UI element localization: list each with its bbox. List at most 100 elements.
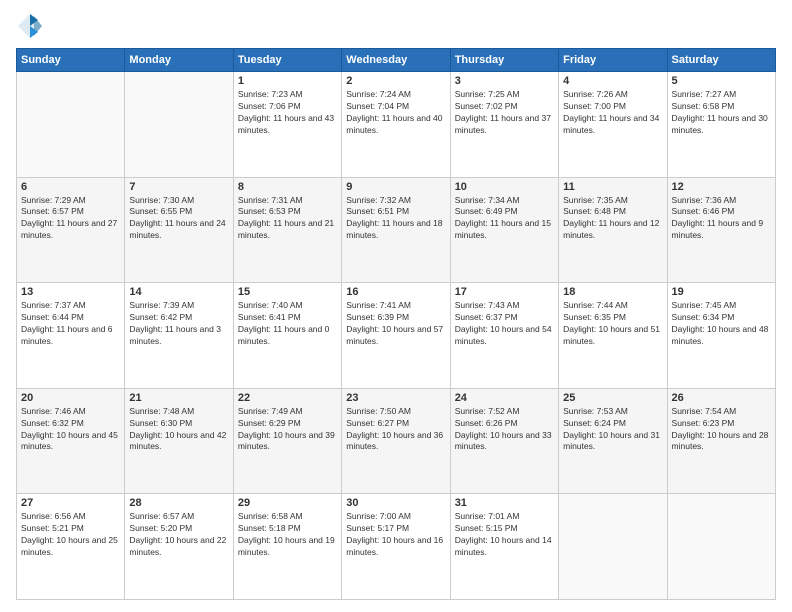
calendar-cell: 22 Sunrise: 7:49 AM Sunset: 6:29 PM Dayl… [233, 388, 341, 494]
calendar-cell: 5 Sunrise: 7:27 AM Sunset: 6:58 PM Dayli… [667, 72, 775, 178]
sunset-text: Sunset: 6:58 PM [672, 101, 735, 111]
daylight-text: Daylight: 11 hours and 3 minutes. [129, 324, 221, 346]
sunset-text: Sunset: 6:51 PM [346, 206, 409, 216]
day-info: Sunrise: 6:58 AM Sunset: 5:18 PM Dayligh… [238, 511, 337, 559]
day-info: Sunrise: 7:31 AM Sunset: 6:53 PM Dayligh… [238, 195, 337, 243]
calendar-cell: 28 Sunrise: 6:57 AM Sunset: 5:20 PM Dayl… [125, 494, 233, 600]
day-number: 20 [21, 392, 120, 404]
day-info: Sunrise: 7:50 AM Sunset: 6:27 PM Dayligh… [346, 406, 445, 454]
daylight-text: Daylight: 11 hours and 15 minutes. [455, 218, 551, 240]
daylight-text: Daylight: 11 hours and 6 minutes. [21, 324, 113, 346]
calendar-cell: 23 Sunrise: 7:50 AM Sunset: 6:27 PM Dayl… [342, 388, 450, 494]
daylight-text: Daylight: 10 hours and 25 minutes. [21, 535, 118, 557]
day-header-friday: Friday [559, 49, 667, 72]
sunset-text: Sunset: 6:23 PM [672, 418, 735, 428]
calendar-cell: 26 Sunrise: 7:54 AM Sunset: 6:23 PM Dayl… [667, 388, 775, 494]
daylight-text: Daylight: 10 hours and 22 minutes. [129, 535, 226, 557]
day-number: 26 [672, 392, 771, 404]
sunset-text: Sunset: 6:34 PM [672, 312, 735, 322]
daylight-text: Daylight: 10 hours and 28 minutes. [672, 430, 769, 452]
sunset-text: Sunset: 6:48 PM [563, 206, 626, 216]
calendar-cell: 12 Sunrise: 7:36 AM Sunset: 6:46 PM Dayl… [667, 177, 775, 283]
sunset-text: Sunset: 5:18 PM [238, 523, 301, 533]
sunrise-text: Sunrise: 7:52 AM [455, 406, 520, 416]
day-number: 16 [346, 286, 445, 298]
logo [16, 12, 48, 40]
day-info: Sunrise: 6:57 AM Sunset: 5:20 PM Dayligh… [129, 511, 228, 559]
sunset-text: Sunset: 6:46 PM [672, 206, 735, 216]
calendar-cell: 11 Sunrise: 7:35 AM Sunset: 6:48 PM Dayl… [559, 177, 667, 283]
sunrise-text: Sunrise: 7:24 AM [346, 89, 411, 99]
sunrise-text: Sunrise: 7:30 AM [129, 195, 194, 205]
sunset-text: Sunset: 5:21 PM [21, 523, 84, 533]
day-info: Sunrise: 7:40 AM Sunset: 6:41 PM Dayligh… [238, 300, 337, 348]
calendar-cell: 13 Sunrise: 7:37 AM Sunset: 6:44 PM Dayl… [17, 283, 125, 389]
sunset-text: Sunset: 6:42 PM [129, 312, 192, 322]
daylight-text: Daylight: 11 hours and 43 minutes. [238, 113, 334, 135]
calendar-cell [17, 72, 125, 178]
sunrise-text: Sunrise: 6:57 AM [129, 511, 194, 521]
calendar-week-2: 13 Sunrise: 7:37 AM Sunset: 6:44 PM Dayl… [17, 283, 776, 389]
daylight-text: Daylight: 10 hours and 39 minutes. [238, 430, 335, 452]
sunrise-text: Sunrise: 7:29 AM [21, 195, 86, 205]
daylight-text: Daylight: 10 hours and 16 minutes. [346, 535, 443, 557]
sunrise-text: Sunrise: 7:43 AM [455, 300, 520, 310]
sunrise-text: Sunrise: 7:45 AM [672, 300, 737, 310]
day-number: 18 [563, 286, 662, 298]
calendar-cell: 20 Sunrise: 7:46 AM Sunset: 6:32 PM Dayl… [17, 388, 125, 494]
day-info: Sunrise: 7:49 AM Sunset: 6:29 PM Dayligh… [238, 406, 337, 454]
day-info: Sunrise: 7:39 AM Sunset: 6:42 PM Dayligh… [129, 300, 228, 348]
daylight-text: Daylight: 11 hours and 0 minutes. [238, 324, 330, 346]
day-info: Sunrise: 7:26 AM Sunset: 7:00 PM Dayligh… [563, 89, 662, 137]
day-info: Sunrise: 7:32 AM Sunset: 6:51 PM Dayligh… [346, 195, 445, 243]
daylight-text: Daylight: 11 hours and 12 minutes. [563, 218, 659, 240]
sunrise-text: Sunrise: 7:40 AM [238, 300, 303, 310]
sunrise-text: Sunrise: 7:53 AM [563, 406, 628, 416]
calendar-cell: 30 Sunrise: 7:00 AM Sunset: 5:17 PM Dayl… [342, 494, 450, 600]
daylight-text: Daylight: 11 hours and 18 minutes. [346, 218, 442, 240]
sunset-text: Sunset: 6:53 PM [238, 206, 301, 216]
day-header-sunday: Sunday [17, 49, 125, 72]
day-number: 4 [563, 75, 662, 87]
day-header-tuesday: Tuesday [233, 49, 341, 72]
daylight-text: Daylight: 10 hours and 31 minutes. [563, 430, 660, 452]
daylight-text: Daylight: 11 hours and 30 minutes. [672, 113, 768, 135]
day-info: Sunrise: 7:34 AM Sunset: 6:49 PM Dayligh… [455, 195, 554, 243]
sunset-text: Sunset: 5:15 PM [455, 523, 518, 533]
daylight-text: Daylight: 10 hours and 57 minutes. [346, 324, 443, 346]
daylight-text: Daylight: 10 hours and 51 minutes. [563, 324, 660, 346]
sunrise-text: Sunrise: 7:27 AM [672, 89, 737, 99]
sunrise-text: Sunrise: 7:44 AM [563, 300, 628, 310]
day-number: 13 [21, 286, 120, 298]
calendar-cell: 21 Sunrise: 7:48 AM Sunset: 6:30 PM Dayl… [125, 388, 233, 494]
calendar-table: SundayMondayTuesdayWednesdayThursdayFrid… [16, 48, 776, 600]
day-info: Sunrise: 7:23 AM Sunset: 7:06 PM Dayligh… [238, 89, 337, 137]
calendar-body: 1 Sunrise: 7:23 AM Sunset: 7:06 PM Dayli… [17, 72, 776, 600]
day-number: 25 [563, 392, 662, 404]
sunrise-text: Sunrise: 7:00 AM [346, 511, 411, 521]
daylight-text: Daylight: 10 hours and 48 minutes. [672, 324, 769, 346]
sunrise-text: Sunrise: 7:54 AM [672, 406, 737, 416]
daylight-text: Daylight: 11 hours and 40 minutes. [346, 113, 442, 135]
calendar-cell: 4 Sunrise: 7:26 AM Sunset: 7:00 PM Dayli… [559, 72, 667, 178]
calendar-cell: 14 Sunrise: 7:39 AM Sunset: 6:42 PM Dayl… [125, 283, 233, 389]
day-header-monday: Monday [125, 49, 233, 72]
sunrise-text: Sunrise: 7:46 AM [21, 406, 86, 416]
day-number: 10 [455, 181, 554, 193]
daylight-text: Daylight: 11 hours and 34 minutes. [563, 113, 659, 135]
day-number: 17 [455, 286, 554, 298]
day-number: 12 [672, 181, 771, 193]
calendar-cell: 3 Sunrise: 7:25 AM Sunset: 7:02 PM Dayli… [450, 72, 558, 178]
day-number: 1 [238, 75, 337, 87]
day-info: Sunrise: 7:48 AM Sunset: 6:30 PM Dayligh… [129, 406, 228, 454]
sunset-text: Sunset: 7:02 PM [455, 101, 518, 111]
day-info: Sunrise: 7:45 AM Sunset: 6:34 PM Dayligh… [672, 300, 771, 348]
daylight-text: Daylight: 10 hours and 45 minutes. [21, 430, 118, 452]
calendar-cell: 24 Sunrise: 7:52 AM Sunset: 6:26 PM Dayl… [450, 388, 558, 494]
calendar-cell: 7 Sunrise: 7:30 AM Sunset: 6:55 PM Dayli… [125, 177, 233, 283]
day-number: 24 [455, 392, 554, 404]
sunrise-text: Sunrise: 7:36 AM [672, 195, 737, 205]
logo-icon [16, 12, 44, 40]
day-header-wednesday: Wednesday [342, 49, 450, 72]
sunset-text: Sunset: 6:39 PM [346, 312, 409, 322]
